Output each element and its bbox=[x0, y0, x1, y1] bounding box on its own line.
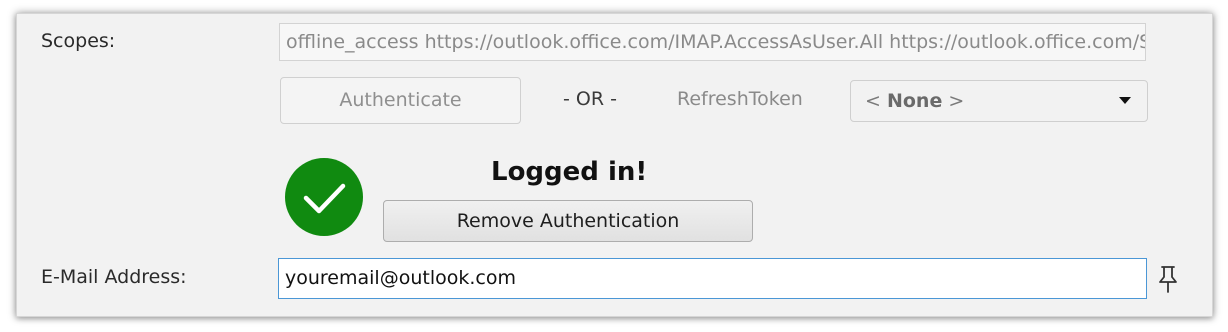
refresh-token-label: RefreshToken bbox=[677, 88, 803, 110]
authenticate-button[interactable]: Authenticate bbox=[280, 77, 521, 124]
email-field[interactable]: youremail@outlook.com bbox=[278, 258, 1147, 299]
remove-authentication-button[interactable]: Remove Authentication bbox=[383, 200, 753, 242]
scopes-label: Scopes: bbox=[41, 30, 116, 52]
dropdown-prefix: < bbox=[865, 90, 887, 112]
email-label: E-Mail Address: bbox=[41, 266, 187, 288]
checkmark-icon bbox=[285, 158, 363, 236]
refresh-token-dropdown[interactable]: < None > bbox=[850, 80, 1148, 122]
dropdown-selected-value: None bbox=[886, 90, 943, 112]
dropdown-suffix: > bbox=[942, 90, 965, 112]
scopes-field[interactable]: offline_access https://outlook.office.co… bbox=[279, 23, 1146, 61]
or-separator: - OR - bbox=[563, 88, 617, 110]
chevron-down-icon bbox=[1119, 97, 1131, 104]
pin-icon[interactable] bbox=[1156, 264, 1180, 294]
logged-in-status: Logged in! bbox=[491, 157, 648, 187]
